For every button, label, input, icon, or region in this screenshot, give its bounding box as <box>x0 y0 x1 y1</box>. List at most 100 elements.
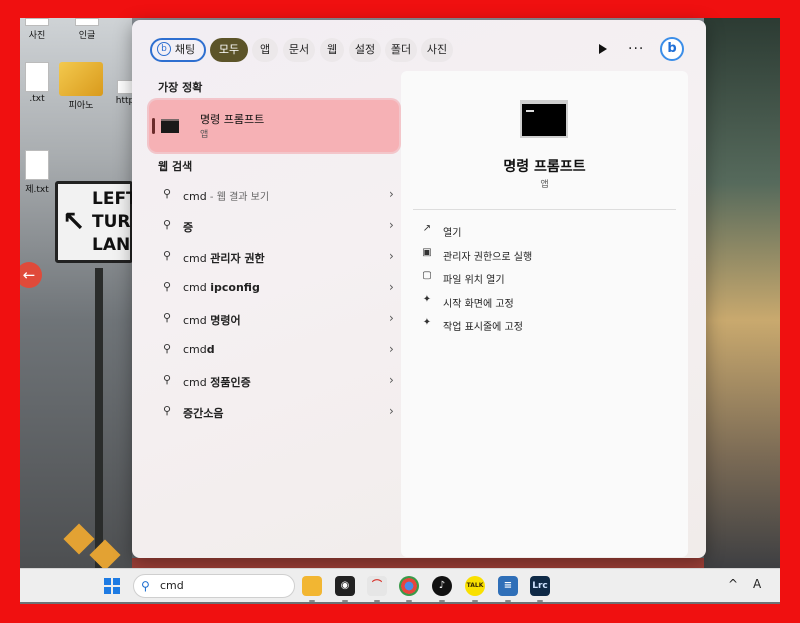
desktop-icon[interactable]: 인글 <box>64 18 110 41</box>
arrow-icon: ↖ <box>62 205 86 238</box>
file-explorer-icon[interactable] <box>302 576 322 602</box>
search-icon: ⚲ <box>163 280 172 293</box>
filter-label: 채팅 <box>174 43 196 56</box>
web-result-item[interactable]: ⚲ cmdd › <box>149 335 399 366</box>
search-input-value: cmd <box>160 579 184 592</box>
acrobat-icon[interactable]: ⌒ <box>367 576 387 602</box>
wallpaper-right-region <box>704 18 780 568</box>
web-results-list: ⚲ cmd - 웹 결과 보기 › ⚲ 증 › ⚲ cmd 관리자 권한 › ⚲… <box>149 180 399 428</box>
lightroom-classic-icon[interactable]: Lrc <box>530 576 550 602</box>
filter-documents-button[interactable]: 문서 <box>283 38 315 62</box>
bing-chat-icon: b <box>157 42 171 56</box>
chevron-right-icon: › <box>389 342 394 356</box>
desktop-icon[interactable]: .txt <box>20 62 60 104</box>
tray-chevron-icon[interactable]: ^ <box>728 577 738 591</box>
filter-label: 앱 <box>259 43 271 56</box>
open-external-icon: ↗ <box>422 223 432 234</box>
chevron-right-icon: › <box>389 404 394 418</box>
taskbar-search-input[interactable]: ⚲ cmd <box>133 574 295 598</box>
search-icon: ⚲ <box>163 404 172 417</box>
chevron-right-icon: › <box>389 280 394 294</box>
web-result-item[interactable]: ⚲ cmd 관리자 권한 › <box>149 242 399 273</box>
filter-label: 설정 <box>354 43 376 56</box>
chevron-right-icon: › <box>389 249 394 263</box>
more-filters-play-icon[interactable] <box>599 44 607 54</box>
action-label: 열기 <box>443 228 462 239</box>
web-result-item[interactable]: ⚲ cmd 정품인증 › <box>149 366 399 397</box>
best-match-name: 명령 프롬프트 <box>200 113 265 126</box>
web-result-prefix: cmd <box>183 190 207 203</box>
chevron-right-icon: › <box>389 373 394 387</box>
search-icon: ⚲ <box>163 218 172 231</box>
filter-label: 폴더 <box>390 43 412 56</box>
search-filter-bar: b 채팅 모두 앱 문서 웹 설정 폴더 사진 ··· b <box>150 37 688 62</box>
capture-app-icon[interactable]: ◉ <box>335 576 355 602</box>
more-options-icon[interactable]: ··· <box>628 38 644 60</box>
sign-line: LEFT <box>92 189 138 209</box>
tiktok-icon[interactable]: ♪ <box>432 576 452 602</box>
search-icon: ⚲ <box>163 311 172 324</box>
windows-start-icon[interactable] <box>104 578 120 594</box>
filter-web-button[interactable]: 웹 <box>320 38 344 62</box>
kakaotalk-icon[interactable]: TALK <box>465 576 485 602</box>
bing-icon[interactable]: b <box>660 37 684 61</box>
command-prompt-icon <box>161 119 179 133</box>
web-search-heading: 웹 검색 <box>158 160 193 173</box>
search-icon: ⚲ <box>163 249 172 262</box>
action-label: 관리자 권한으로 실행 <box>443 251 533 263</box>
filter-label: 모두 <box>218 43 240 56</box>
selection-indicator <box>152 118 155 134</box>
desktop-icon[interactable]: 제.txt <box>20 150 60 195</box>
street-sign: ↖ LEFT TURN LANE <box>55 181 145 263</box>
sign-line: LANE <box>92 235 142 255</box>
file-icon <box>25 18 49 26</box>
web-result-bold: 관리자 권한 <box>210 252 265 265</box>
desktop-icon-label: 제.txt <box>25 185 49 195</box>
search-panel: b 채팅 모두 앱 문서 웹 설정 폴더 사진 ··· b 가장 정확 명령 프 <box>132 20 706 558</box>
web-result-bold: 증간소음 <box>183 407 224 420</box>
best-match-result[interactable]: 명령 프롬프트 앱 <box>149 100 399 152</box>
filter-label: 문서 <box>288 43 310 56</box>
best-match-heading: 가장 정확 <box>158 81 203 94</box>
filter-chat-button[interactable]: b 채팅 <box>150 38 206 62</box>
action-label: 작업 표시줄에 고정 <box>443 322 523 333</box>
web-result-item[interactable]: ⚲ cmd ipconfig › <box>149 273 399 304</box>
web-result-bold: 명령어 <box>210 314 241 327</box>
desktop-icon[interactable]: 피아노 <box>58 62 104 111</box>
filter-apps-button[interactable]: 앱 <box>252 38 278 62</box>
web-result-prefix: cmd <box>183 281 211 294</box>
desktop-icon[interactable]: 사진 <box>20 18 60 41</box>
web-result-item[interactable]: ⚲ 증간소음 › <box>149 397 399 428</box>
chevron-right-icon: › <box>389 218 394 232</box>
web-result-hint: - 웹 결과 보기 <box>206 192 270 203</box>
ime-indicator[interactable]: A <box>753 577 761 591</box>
chrome-icon[interactable] <box>399 576 419 602</box>
web-result-bold: d <box>206 343 215 356</box>
web-result-prefix: cmd <box>183 343 207 356</box>
file-icon <box>75 18 99 26</box>
filter-all-button[interactable]: 모두 <box>210 38 248 62</box>
details-title: 명령 프롬프트 <box>503 159 586 175</box>
filter-photos-button[interactable]: 사진 <box>421 38 453 62</box>
web-result-item[interactable]: ⚲ cmd - 웹 결과 보기 › <box>149 180 399 211</box>
filter-label: 사진 <box>426 43 448 56</box>
web-result-item[interactable]: ⚲ cmd 명령어 › <box>149 304 399 335</box>
desktop-icon-label: 인글 <box>78 31 96 41</box>
desktop-icon-label: 사진 <box>28 31 46 41</box>
action-label: 시작 화면에 고정 <box>443 298 514 310</box>
web-result-prefix: cmd <box>183 314 211 327</box>
divider <box>413 209 676 210</box>
desktop-icon-label: .txt <box>29 94 45 104</box>
web-result-bold: 증 <box>183 221 194 234</box>
filter-settings-button[interactable]: 설정 <box>349 38 381 62</box>
file-icon <box>25 150 49 180</box>
notepad-icon[interactable]: ≡ <box>498 576 518 602</box>
web-result-item[interactable]: ⚲ 증 › <box>149 211 399 242</box>
details-subtitle: 앱 <box>540 180 549 190</box>
sign-pole <box>95 268 103 568</box>
action-label: 파일 위치 열기 <box>443 275 505 286</box>
filter-folders-button[interactable]: 폴더 <box>385 38 417 62</box>
web-result-prefix: cmd <box>183 252 211 265</box>
search-icon: ⚲ <box>163 342 172 355</box>
sign-line: TURN <box>92 212 145 232</box>
